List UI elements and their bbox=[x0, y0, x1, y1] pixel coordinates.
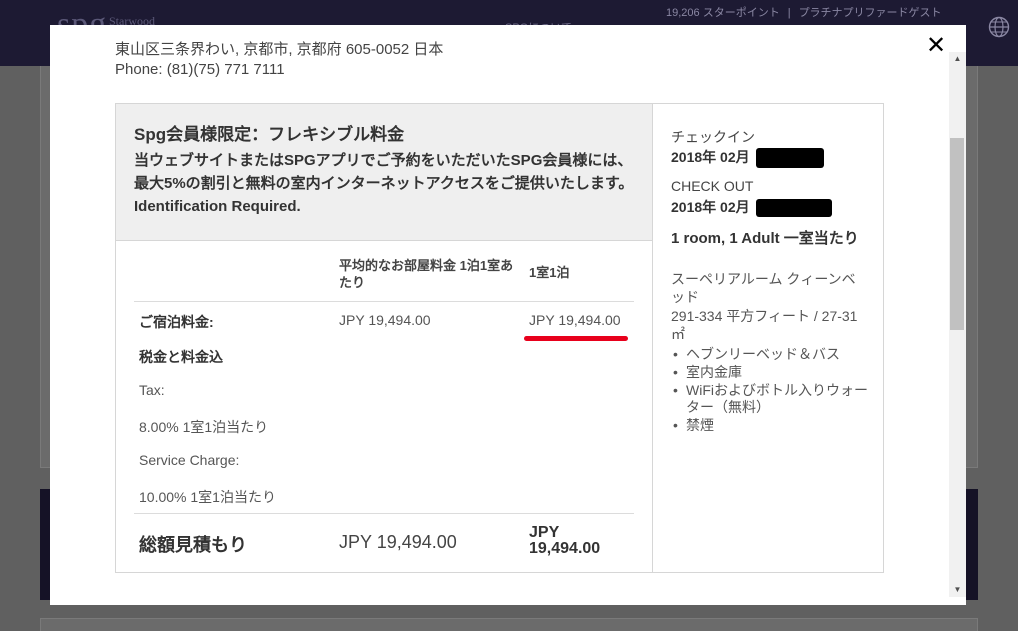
account-summary: 19,206 スターポイント | プラチナプリファードゲスト bbox=[666, 7, 942, 19]
amenities-list: ヘブンリーベッド＆バス 室内金庫 WiFiおよびボトル入りウォーター（無料） 禁… bbox=[671, 346, 871, 435]
taxes-included-label: 税金と料金込 bbox=[139, 349, 223, 365]
column-header-per-night: 1室1泊 bbox=[529, 265, 570, 280]
modal-scrollbar[interactable]: ▲ ▼ bbox=[949, 52, 966, 597]
tax-value: 8.00% 1室1泊当たり bbox=[139, 419, 269, 435]
promo-banner: Spg会員様限定：フレキシブル料金 当ウェブサイトまたはSPGアプリでご予約をい… bbox=[116, 104, 652, 241]
total-estimate-average: JPY 19,494.00 bbox=[339, 532, 457, 552]
background-footer-card bbox=[40, 618, 978, 631]
list-item: WiFiおよびボトル入りウォーター（無料） bbox=[671, 382, 871, 416]
checkout-date: 2018年 02月 bbox=[671, 197, 832, 218]
checkout-date-text: 2018年 02月 bbox=[671, 199, 750, 215]
scroll-thumb[interactable] bbox=[950, 138, 964, 330]
room-rate-per-night: JPY 19,494.00 bbox=[529, 312, 621, 328]
rate-box: Spg会員様限定：フレキシブル料金 当ウェブサイトまたはSPGアプリでご予約をい… bbox=[115, 103, 884, 573]
total-estimate-per-night: JPY 19,494.00 bbox=[529, 524, 601, 557]
scroll-down-arrow-icon[interactable]: ▼ bbox=[949, 583, 966, 597]
rate-breakdown: Spg会員様限定：フレキシブル料金 当ウェブサイトまたはSPGアプリでご予約をい… bbox=[116, 104, 653, 572]
list-item: ヘブンリーベッド＆バス bbox=[671, 346, 871, 363]
promo-title: Spg会員様限定：フレキシブル料金 bbox=[134, 125, 405, 144]
redaction-mark bbox=[755, 148, 824, 169]
redaction-mark bbox=[755, 199, 832, 218]
room-rate-average: JPY 19,494.00 bbox=[339, 312, 431, 328]
close-icon[interactable]: ✕ bbox=[924, 33, 948, 59]
column-header-average: 平均的なお部屋料金 1泊1室あたり bbox=[339, 258, 514, 290]
checkin-label: チェックイン bbox=[671, 129, 755, 145]
tax-label: Tax: bbox=[139, 382, 165, 398]
room-rate-label: ご宿泊料金: bbox=[139, 314, 214, 330]
hotel-phone: Phone: (81)(75) 771 7111 bbox=[115, 61, 285, 78]
list-item: 禁煙 bbox=[671, 417, 871, 434]
hotel-address: 東山区三条界わい, 京都市, 京都府 605-0052 日本 bbox=[115, 41, 444, 58]
room-size: 291-334 平方フィート / 27-31 ㎡ bbox=[671, 308, 858, 342]
scroll-up-arrow-icon[interactable]: ▲ bbox=[949, 52, 966, 66]
service-charge-value: 10.00% 1室1泊当たり bbox=[139, 489, 276, 505]
room-occupancy: 1 room, 1 Adult 一室当たり bbox=[671, 230, 859, 247]
checkout-label: CHECK OUT bbox=[671, 178, 754, 194]
total-estimate-label: 総額見積もり bbox=[139, 535, 247, 555]
room-type: スーペリアルーム クィーンベッド bbox=[671, 271, 856, 305]
red-underline-annotation bbox=[524, 336, 628, 341]
checkin-date-text: 2018年 02月 bbox=[671, 149, 750, 165]
member-tier[interactable]: プラチナプリファードゲスト bbox=[799, 7, 942, 19]
starpoints-count[interactable]: 19,206 スターポイント bbox=[666, 7, 780, 19]
rate-details-modal: ✕ ▲ ▼ 東山区三条界わい, 京都市, 京都府 605-0052 日本 Pho… bbox=[50, 25, 966, 605]
promo-description: 当ウェブサイトまたはSPGアプリでご予約をいただいたSPG会員様には、最大5%の… bbox=[134, 152, 634, 215]
service-charge-label: Service Charge: bbox=[139, 452, 240, 468]
list-item: 室内金庫 bbox=[671, 364, 871, 381]
divider bbox=[134, 301, 634, 302]
checkin-date: 2018年 02月 bbox=[671, 147, 824, 169]
divider bbox=[134, 513, 634, 514]
globe-icon[interactable] bbox=[988, 16, 1010, 38]
